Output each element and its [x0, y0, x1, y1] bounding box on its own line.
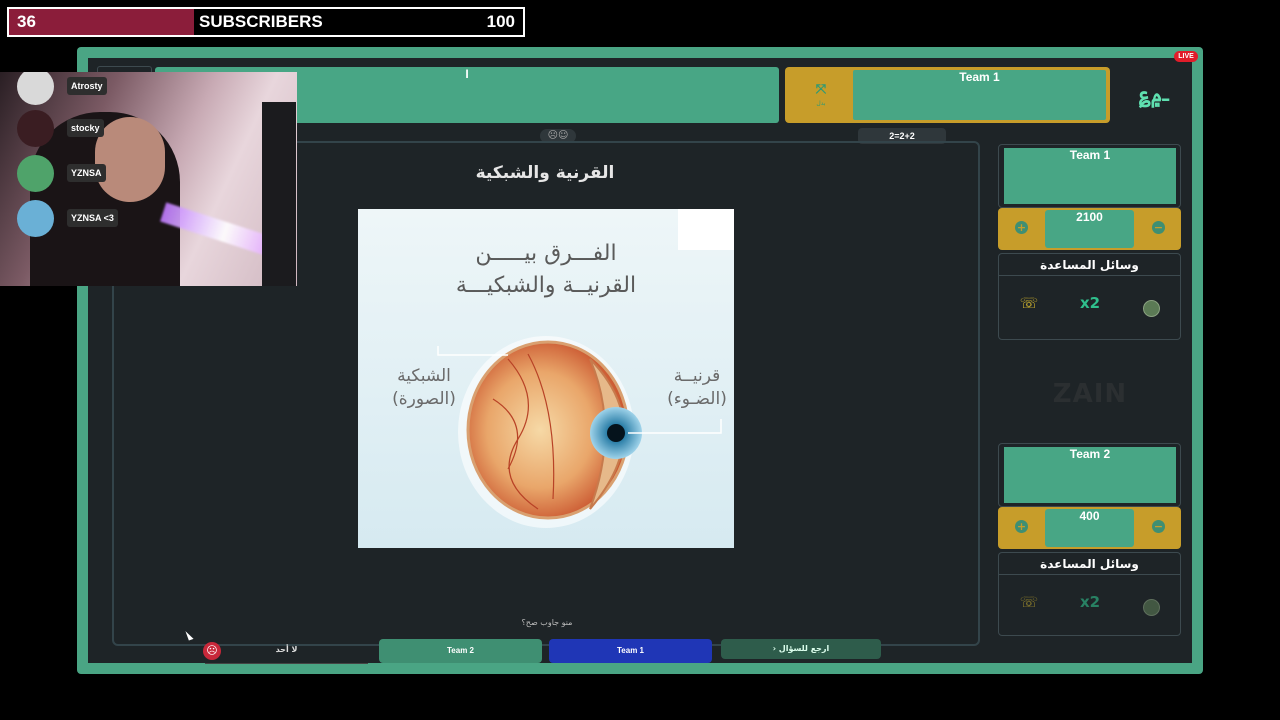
- minus-icon: −: [1153, 221, 1164, 234]
- team1-aids-label: وسائل المساعدة: [998, 253, 1181, 275]
- retina-label: الشبكية (الصورة): [384, 365, 464, 411]
- team2-name: Team 2: [1004, 447, 1176, 503]
- cornea-pointer: [628, 419, 722, 434]
- sad-face-icon: ☹: [203, 642, 221, 660]
- swap-icon: ⤧: [815, 82, 827, 97]
- team1-plus-button[interactable]: +: [1015, 221, 1028, 234]
- webcam-overlay: Atrosty stocky YZNSA YZNSA <3: [0, 72, 297, 286]
- subscriber-progress-fill: [9, 9, 195, 35]
- plus-icon: +: [1016, 520, 1027, 533]
- team2-minus-button[interactable]: −: [1152, 520, 1165, 533]
- team1-score-row: + 2100 −: [998, 208, 1181, 250]
- subscriber-count: 36: [17, 12, 36, 31]
- sad-face-icon: ☹: [547, 130, 558, 141]
- team1-name-box: Team 1: [998, 144, 1181, 208]
- team2-aids-label: وسائل المساعدة: [998, 552, 1181, 574]
- avatar: [17, 155, 54, 192]
- team2-answer-button[interactable]: Team 2: [379, 639, 542, 663]
- team2-aids: ☏ x2: [998, 574, 1181, 636]
- subscriber-goal: 100: [486, 12, 515, 31]
- team2-score-row: + 400 −: [998, 507, 1181, 549]
- viewer-name: YZNSA: [67, 164, 106, 182]
- live-badge: LIVE: [1174, 51, 1198, 62]
- monitor-edge: [262, 102, 296, 286]
- viewer-name: YZNSA <3: [67, 209, 118, 227]
- avatar: [17, 110, 54, 147]
- current-team-name: Team 1: [853, 70, 1106, 120]
- chevron-left-icon: ‹: [772, 644, 776, 653]
- team2-score: 400: [1045, 509, 1134, 547]
- viewer-name: Atrosty: [67, 77, 107, 95]
- question-image: الفـــرق بيـــــن القرنيــة والشبكيـــة …: [358, 209, 734, 548]
- back-to-question-button[interactable]: ارجع للسؤال ‹: [721, 639, 881, 659]
- viewer-name: stocky: [67, 119, 104, 137]
- cornea-label-line1: قرنيــة: [673, 366, 721, 386]
- avatar: [17, 200, 54, 237]
- double-points-icon[interactable]: x2: [1076, 593, 1104, 621]
- phone-friend-icon[interactable]: ☏: [1015, 294, 1043, 322]
- retina-label-line1: الشبكية: [397, 366, 451, 386]
- subscriber-label: SUBSCRIBERS: [199, 12, 323, 31]
- pupil: [607, 424, 625, 442]
- who-answered-prompt: منو جاوب صح؟: [521, 618, 573, 627]
- team1-answer-button[interactable]: Team 1: [549, 639, 712, 663]
- cornea-label: قرنيــة (الضـوء): [661, 365, 733, 411]
- team2-name-box: Team 2: [998, 443, 1181, 507]
- team2-plus-button[interactable]: +: [1015, 520, 1028, 533]
- current-team-banner: ⤧ بدل Team 1: [785, 67, 1110, 123]
- team1-score: 2100: [1045, 210, 1134, 248]
- sponsor-logo: ZAIN: [1052, 379, 1128, 409]
- team1-name: Team 1: [1004, 148, 1176, 204]
- team1-aids: ☏ x2: [998, 275, 1181, 340]
- plus-icon: +: [1016, 221, 1027, 234]
- pit-icon[interactable]: [1137, 593, 1165, 621]
- cornea-label-line2: (الضـوء): [667, 389, 727, 409]
- smile-face-icon: ☺: [558, 130, 569, 141]
- no-one-button[interactable]: لا أحد: [205, 641, 368, 664]
- swap-turn-button[interactable]: ⤧ بدل: [793, 73, 849, 117]
- avatar: [17, 72, 54, 105]
- back-label: ارجع للسؤال: [778, 644, 830, 653]
- team1-minus-button[interactable]: −: [1152, 221, 1165, 234]
- retina-label-line2: (الصورة): [392, 389, 456, 409]
- streamer-face: [95, 117, 165, 202]
- pit-icon[interactable]: [1137, 294, 1165, 322]
- subscriber-goal-bar: 36 SUBSCRIBERS 100: [7, 7, 525, 37]
- minus-icon: −: [1153, 520, 1164, 533]
- game-logo: ؏ـ۾: [1138, 82, 1170, 106]
- question-title: القرنية والشبكية: [475, 163, 615, 183]
- double-points-icon[interactable]: x2: [1076, 294, 1104, 322]
- phone-friend-icon[interactable]: ☏: [1015, 593, 1043, 621]
- swap-caption: بدل: [816, 100, 826, 107]
